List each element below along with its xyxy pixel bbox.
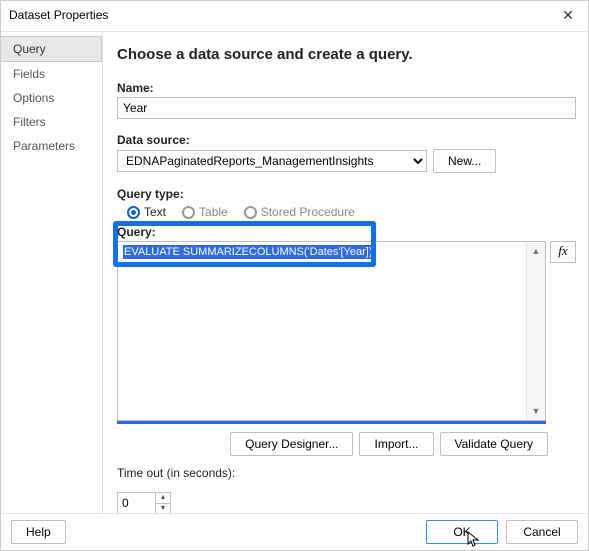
titlebar: Dataset Properties ✕: [1, 1, 588, 32]
spinner-down-icon[interactable]: ▼: [156, 504, 170, 514]
sidebar-item-filters[interactable]: Filters: [1, 110, 102, 134]
query-designer-button[interactable]: Query Designer...: [230, 432, 353, 456]
dataset-properties-dialog: Dataset Properties ✕ Query Fields Option…: [0, 0, 589, 551]
timeout-input[interactable]: [117, 492, 155, 513]
timeout-label: Time out (in seconds):: [117, 466, 576, 480]
ok-button[interactable]: OK: [426, 520, 498, 544]
name-label: Name:: [117, 81, 576, 95]
query-focus-underline: [117, 421, 546, 424]
query-scrollbar[interactable]: ▲ ▼: [526, 241, 546, 421]
query-textarea[interactable]: EVALUATE SUMMARIZECOLUMNS('Dates'[Year]): [117, 241, 526, 421]
cancel-button[interactable]: Cancel: [506, 520, 578, 544]
query-action-buttons: Query Designer... Import... Validate Que…: [117, 432, 548, 456]
main-panel: Choose a data source and create a query.…: [103, 32, 588, 513]
radio-dot-icon: [182, 206, 195, 219]
query-label: Query:: [117, 225, 576, 239]
page-heading: Choose a data source and create a query.: [117, 46, 576, 63]
window-title: Dataset Properties: [9, 8, 108, 22]
help-button[interactable]: Help: [11, 520, 66, 544]
validate-query-button[interactable]: Validate Query: [440, 432, 549, 456]
sidebar-item-options[interactable]: Options: [1, 86, 102, 110]
radio-dot-icon: [244, 206, 257, 219]
query-section: Query: EVALUATE SUMMARIZECOLUMNS('Dates'…: [117, 225, 576, 424]
radio-table[interactable]: Table: [182, 205, 228, 219]
datasource-select[interactable]: EDNAPaginatedReports_ManagementInsights: [117, 150, 427, 172]
spinner-arrows: ▲ ▼: [155, 492, 171, 513]
sidebar-item-query[interactable]: Query: [1, 36, 102, 62]
scroll-up-icon[interactable]: ▲: [527, 242, 545, 260]
spinner-up-icon[interactable]: ▲: [156, 493, 170, 504]
radio-stored-procedure[interactable]: Stored Procedure: [244, 205, 355, 219]
radio-dot-icon: [127, 206, 140, 219]
new-datasource-button[interactable]: New...: [433, 149, 496, 173]
dialog-body: Query Fields Options Filters Parameters …: [1, 32, 588, 513]
scroll-down-icon[interactable]: ▼: [527, 402, 545, 420]
import-button[interactable]: Import...: [359, 432, 433, 456]
close-icon[interactable]: ✕: [556, 5, 580, 25]
name-input[interactable]: [117, 97, 576, 119]
querytype-radios: Text Table Stored Procedure: [127, 205, 576, 219]
datasource-label: Data source:: [117, 133, 576, 147]
sidebar-item-parameters[interactable]: Parameters: [1, 134, 102, 158]
timeout-spinner[interactable]: ▲ ▼: [117, 492, 171, 513]
expression-fx-button[interactable]: fx: [550, 241, 576, 263]
sidebar-item-fields[interactable]: Fields: [1, 62, 102, 86]
query-text-selection: EVALUATE SUMMARIZECOLUMNS('Dates'[Year]): [123, 245, 374, 259]
scroll-track[interactable]: [527, 260, 545, 402]
querytype-label: Query type:: [117, 187, 576, 201]
radio-text[interactable]: Text: [127, 205, 166, 219]
dialog-footer: Help OK Cancel: [1, 513, 588, 550]
sidebar: Query Fields Options Filters Parameters: [1, 32, 103, 513]
